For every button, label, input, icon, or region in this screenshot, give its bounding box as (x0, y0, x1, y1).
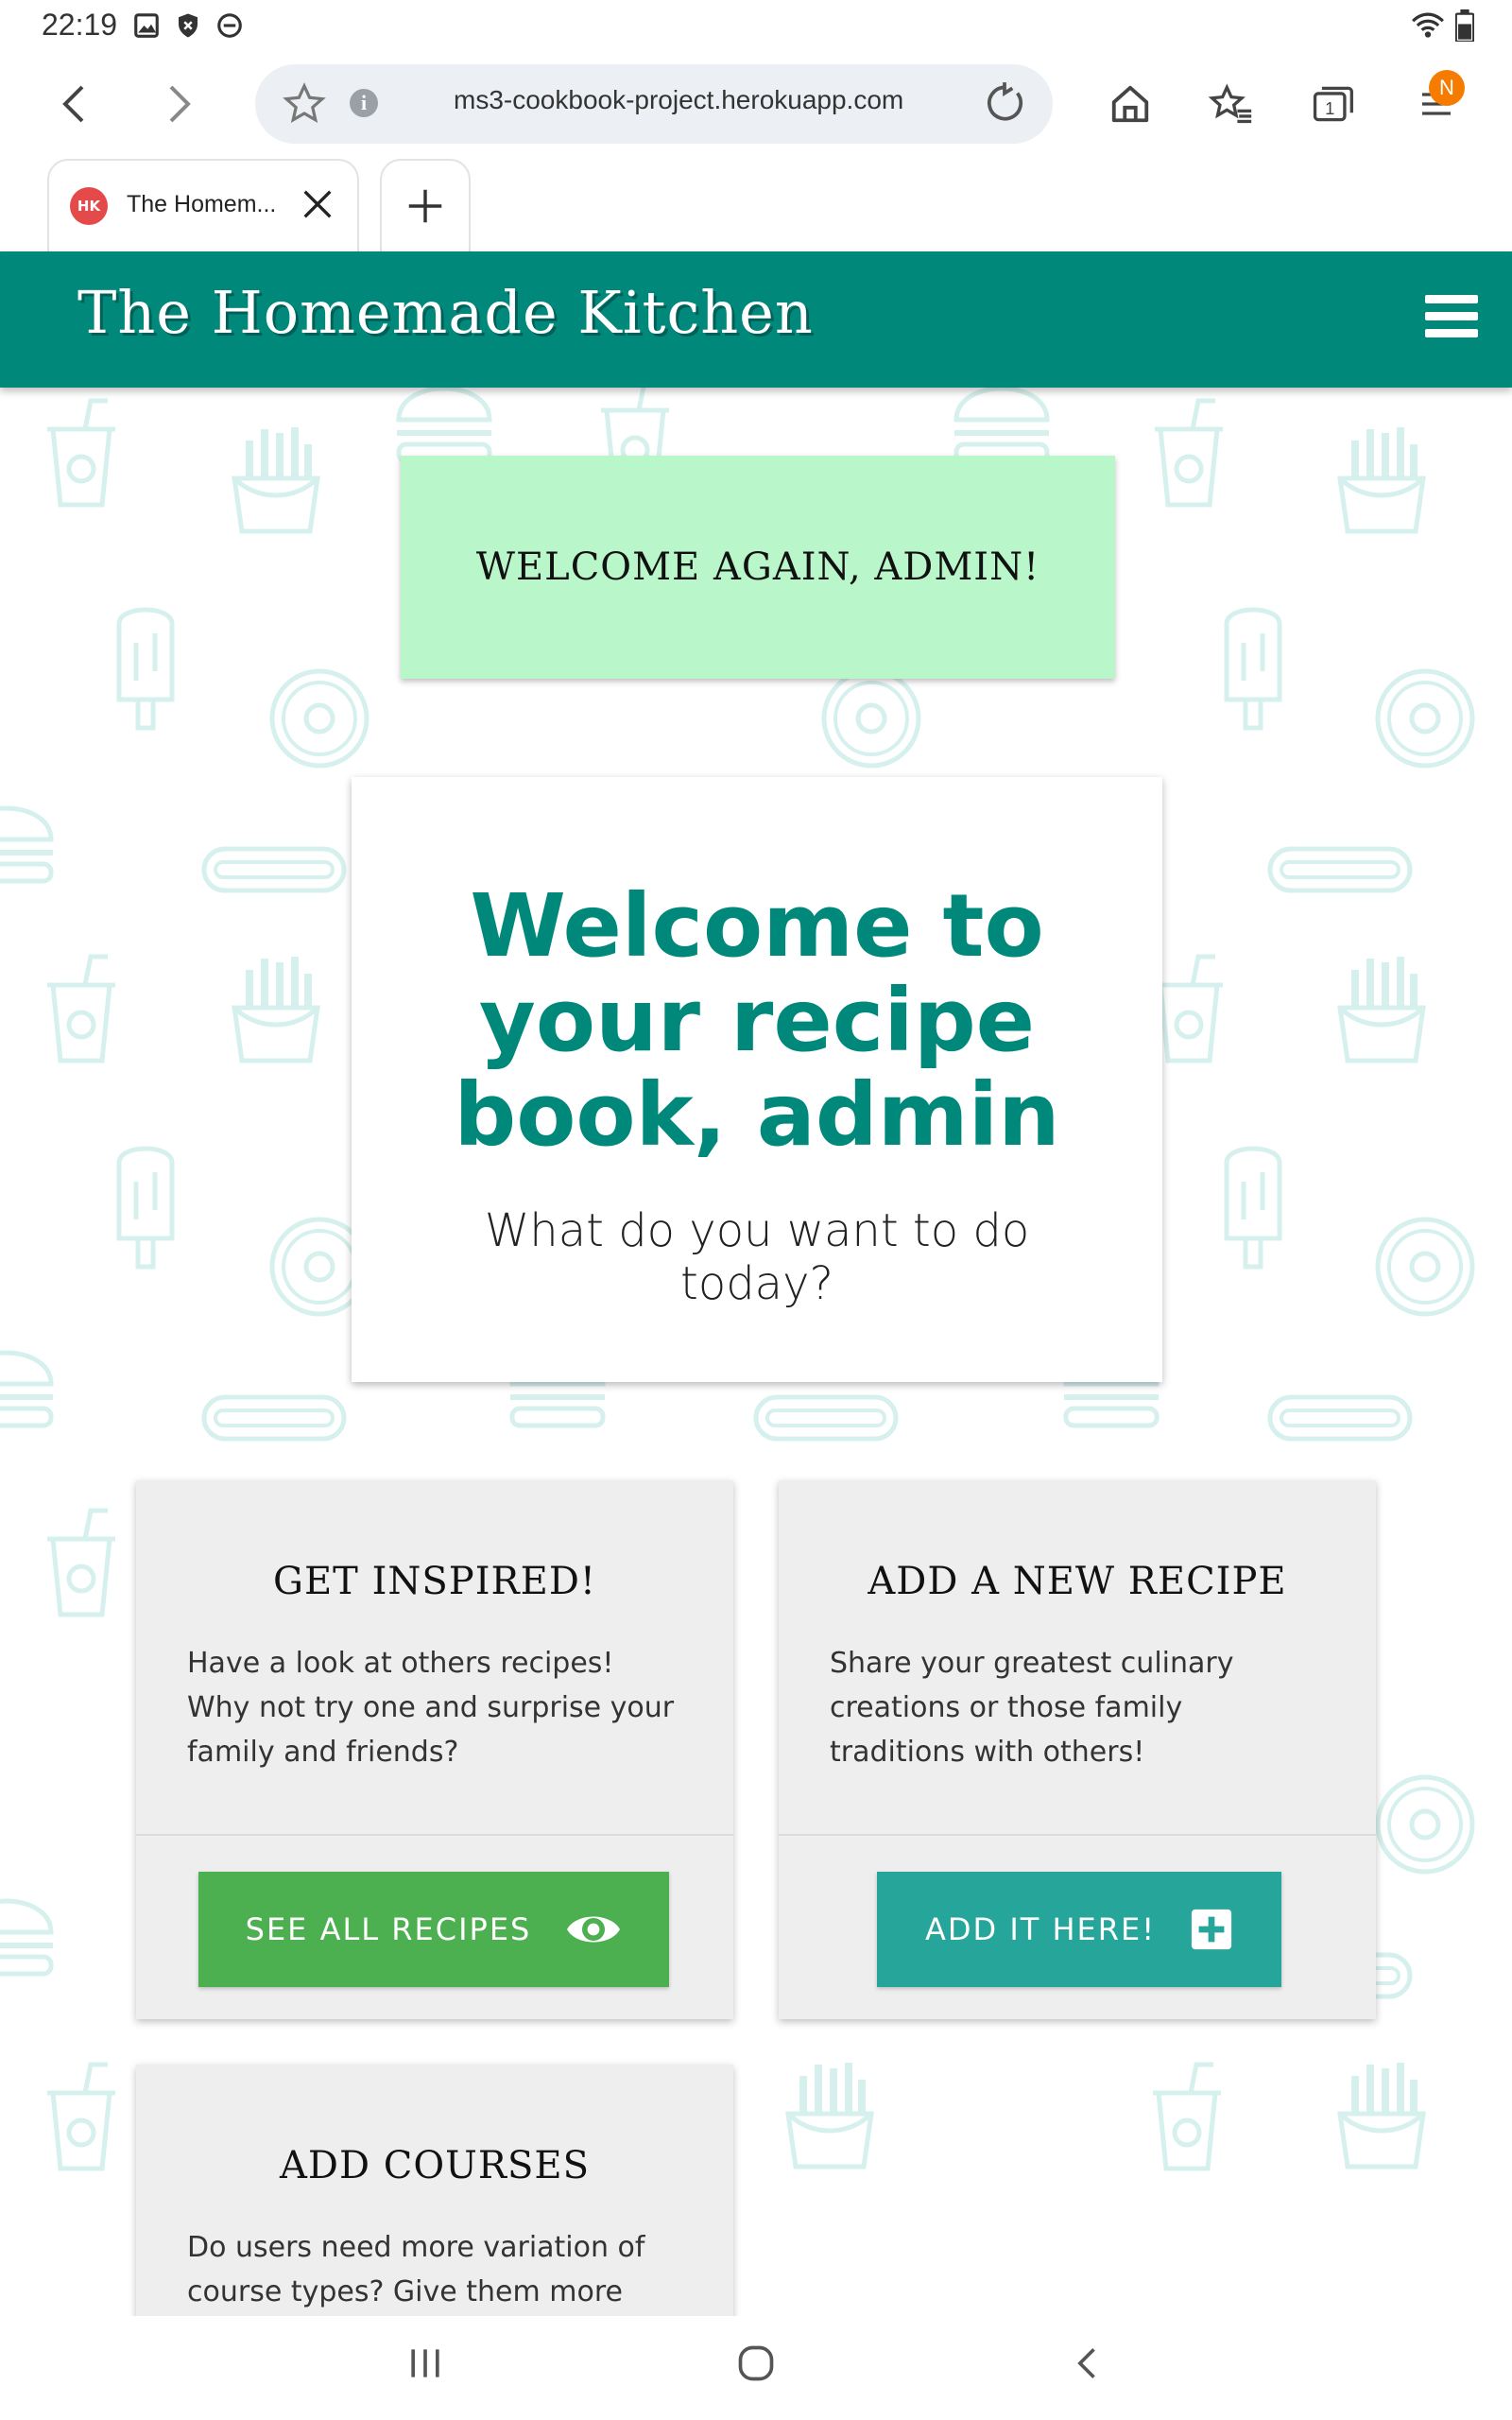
home-circle-icon[interactable] (735, 2342, 777, 2384)
card-action: ADD IT HERE! (779, 1834, 1376, 2019)
status-system-icons (1410, 9, 1474, 42)
welcome-flash-message: WELCOME AGAIN, ADMIN! (401, 456, 1115, 679)
add-courses-card: ADD COURSES Do users need more variation… (136, 2065, 733, 2316)
card-title: GET INSPIRED! (273, 1560, 596, 1603)
card-title: ADD COURSES (280, 2144, 590, 2187)
site-header: The Homemade Kitchen (0, 251, 1512, 388)
card-text: Have a look at others recipes! Why not t… (187, 1647, 675, 1769)
tab-strip: HK The Homem... (0, 157, 1512, 251)
new-tab-button[interactable] (380, 159, 471, 251)
browser-toolbar: i ms3-cookbook-project.herokuapp.com 1 N (0, 53, 1512, 157)
recent-apps-icon[interactable] (404, 2342, 446, 2384)
plus-box-icon (1191, 1909, 1232, 1950)
card-text: Do users need more variation of course t… (187, 2231, 645, 2308)
status-time: 22:19 (42, 8, 118, 42)
hero-subtitle: What do you want to do today? (484, 1204, 1030, 1310)
tab-active[interactable]: HK The Homem... (47, 159, 359, 251)
card-action: SEE ALL RECIPES (136, 1834, 733, 2019)
forward-button[interactable] (149, 74, 210, 134)
hamburger-menu-icon[interactable] (1425, 295, 1478, 342)
card-title: ADD A NEW RECIPE (868, 1560, 1287, 1603)
page-body: WELCOME AGAIN, ADMIN! Welcome to your re… (0, 388, 1512, 2316)
bookmarks-button[interactable] (1200, 74, 1261, 134)
do-not-disturb-icon (217, 13, 242, 38)
url-text[interactable]: ms3-cookbook-project.herokuapp.com (454, 85, 903, 115)
home-button[interactable] (1100, 74, 1160, 134)
image-icon (134, 13, 159, 38)
bookmarks-star-list-icon (1208, 83, 1252, 124)
tabs-icon: 1 (1313, 86, 1353, 122)
flash-text: WELCOME AGAIN, ADMIN! (475, 545, 1040, 589)
eye-icon (567, 1916, 621, 1943)
site-info-icon[interactable]: i (350, 89, 378, 117)
see-all-recipes-button[interactable]: SEE ALL RECIPES (198, 1872, 669, 1987)
hero-title: Welcome to your recipe book, admin (454, 875, 1060, 1166)
chevron-left-icon (62, 85, 84, 123)
button-label: SEE ALL RECIPES (245, 1911, 532, 1947)
chevron-right-icon (169, 85, 191, 123)
back-button[interactable] (43, 74, 104, 134)
profile-badge: N (1429, 70, 1465, 106)
status-notification-icons (132, 11, 244, 40)
tabs-button[interactable]: 1 (1302, 74, 1363, 134)
button-label: ADD IT HERE! (924, 1911, 1157, 1947)
tab-title[interactable]: The Homem... (127, 191, 276, 218)
welcome-card: Welcome to your recipe book, admin What … (352, 777, 1162, 1382)
card-text: Share your greatest culinary creations o… (830, 1647, 1234, 1769)
favicon-icon: HK (70, 187, 108, 225)
wifi-icon (1412, 12, 1444, 38)
add-it-here-button[interactable]: ADD IT HERE! (877, 1872, 1281, 1987)
plus-icon (408, 189, 442, 223)
home-icon (1111, 85, 1149, 123)
shield-icon (179, 13, 198, 38)
reload-icon[interactable] (981, 79, 1028, 127)
close-icon[interactable] (299, 185, 336, 223)
battery-icon (1455, 9, 1474, 42)
bookmark-star-icon[interactable] (282, 81, 327, 127)
status-bar: 22:19 (0, 0, 1512, 53)
tabs-count: 1 (1325, 98, 1334, 118)
add-new-recipe-card: ADD A NEW RECIPE Share your greatest cul… (779, 1480, 1376, 2019)
get-inspired-card: GET INSPIRED! Have a look at others reci… (136, 1480, 733, 2019)
menu-button[interactable]: N (1406, 70, 1467, 134)
system-navigation-bar (0, 2316, 1512, 2420)
address-bar[interactable]: i ms3-cookbook-project.herokuapp.com (255, 64, 1053, 144)
back-chevron-icon[interactable] (1068, 2342, 1109, 2384)
site-brand-logo[interactable]: The Homemade Kitchen (77, 278, 814, 347)
